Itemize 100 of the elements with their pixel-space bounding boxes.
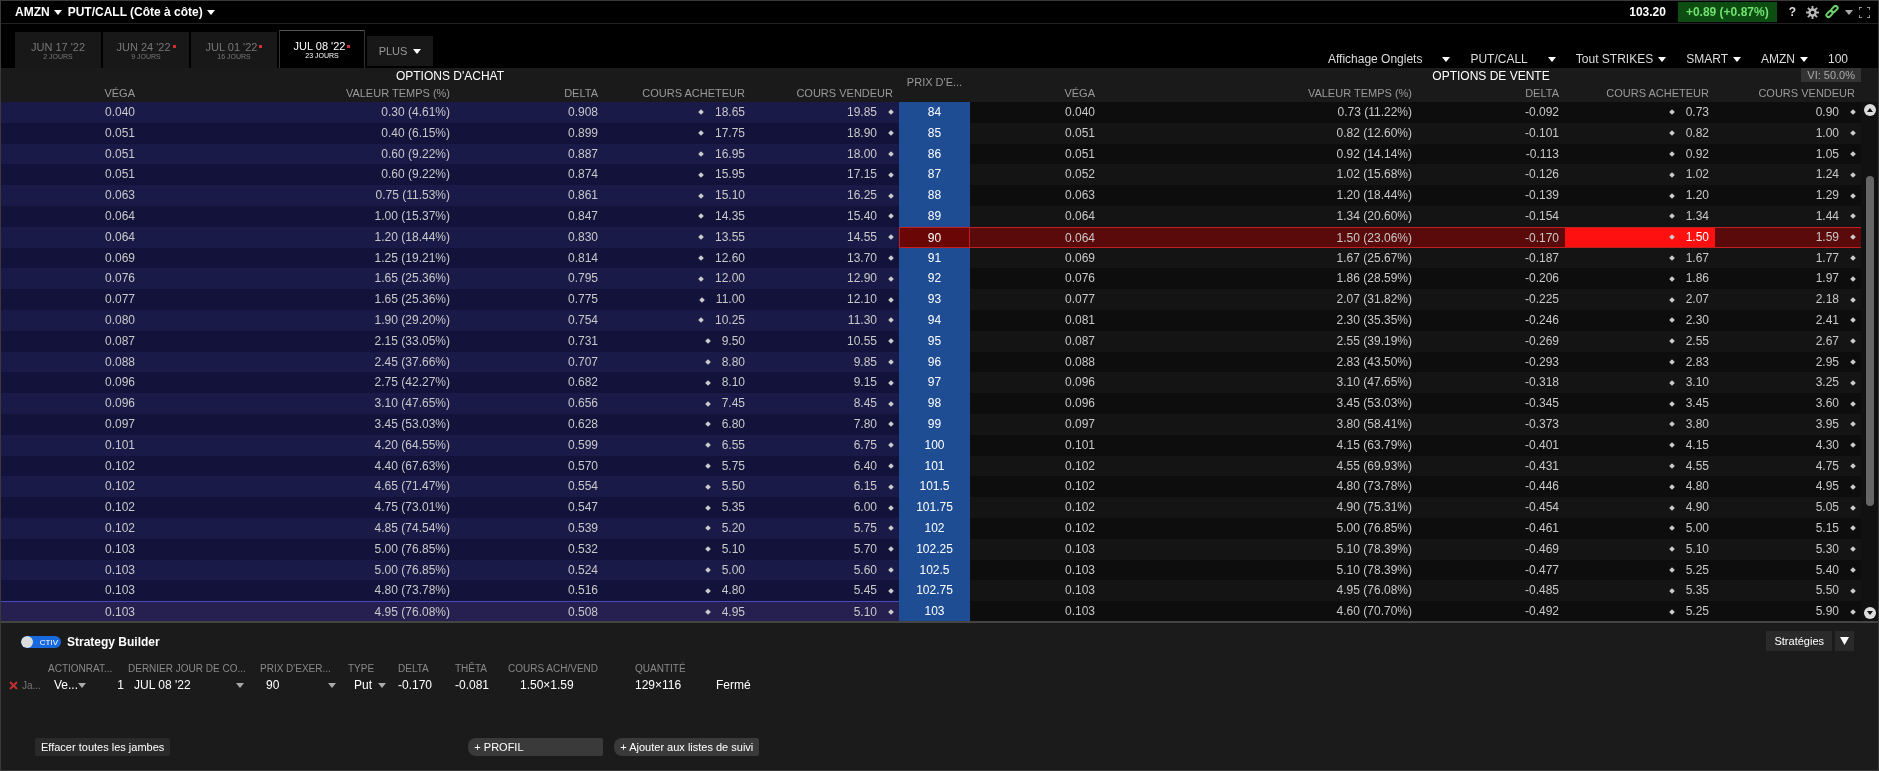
ask-cell[interactable]: 18.90	[751, 122, 899, 144]
bid-cell[interactable]: 7.45	[604, 393, 751, 414]
bid-cell[interactable]: 17.75	[604, 122, 751, 144]
toolbar-dropdown[interactable]: PUT/CALL	[1470, 52, 1556, 66]
bid-cell[interactable]: 12.00	[604, 268, 751, 290]
bid-cell[interactable]: 5.25	[1565, 601, 1715, 621]
expiry-dropdown[interactable]: JUL 08 '22	[128, 677, 252, 693]
bid-cell[interactable]: 4.80	[604, 580, 751, 602]
ask-cell[interactable]: 1.44	[1715, 206, 1861, 227]
ask-cell[interactable]: 1.59	[1715, 226, 1861, 248]
bid-cell[interactable]: 1.86	[1565, 268, 1715, 290]
bid-cell[interactable]: 2.55	[1565, 330, 1715, 352]
ask-cell[interactable]: 5.45	[751, 580, 899, 602]
ask-cell[interactable]: 6.75	[751, 434, 899, 456]
bid-cell[interactable]: 10.25	[604, 309, 751, 331]
ask-cell[interactable]: 2.95	[1715, 351, 1861, 373]
bid-cell[interactable]: 2.30	[1565, 309, 1715, 331]
strike-dropdown[interactable]: 90	[260, 677, 344, 693]
ask-cell[interactable]: 1.97	[1715, 268, 1861, 290]
bid-cell[interactable]: 6.55	[604, 434, 751, 456]
ask-cell[interactable]: 12.90	[751, 268, 899, 290]
toggle-switch[interactable]: CTIV	[21, 636, 61, 648]
ask-cell[interactable]: 18.00	[751, 143, 899, 165]
ask-cell[interactable]: 15.40	[751, 206, 899, 227]
symbol-dropdown[interactable]: AMZN	[15, 5, 62, 19]
toolbar-dropdown[interactable]: Tout STRIKES	[1575, 52, 1667, 66]
bid-cell[interactable]: 2.83	[1565, 351, 1715, 373]
expand-icon[interactable]	[1859, 6, 1870, 18]
bid-cell[interactable]: 4.95	[604, 601, 751, 621]
scroll-thumb[interactable]	[1865, 176, 1874, 506]
ask-cell[interactable]: 4.30	[1715, 434, 1861, 456]
more-tab[interactable]: PLUS	[367, 36, 433, 66]
ask-cell[interactable]: 6.15	[751, 476, 899, 498]
quantity-field[interactable]: 100	[1827, 52, 1848, 66]
bid-cell[interactable]: 3.10	[1565, 372, 1715, 394]
ask-cell[interactable]: 9.85	[751, 351, 899, 373]
bid-cell[interactable]: 1.20	[1565, 185, 1715, 206]
ask-cell[interactable]: 5.30	[1715, 538, 1861, 560]
link-icon[interactable]	[1825, 5, 1839, 19]
close-icon[interactable]	[9, 680, 18, 690]
add-watchlist-button[interactable]: + Ajouter aux listes de suivi	[614, 738, 760, 756]
help-button[interactable]: ?	[1788, 5, 1796, 19]
bid-cell[interactable]: 8.80	[604, 351, 751, 373]
toolbar-dropdown[interactable]: SMART	[1686, 52, 1741, 66]
profile-button[interactable]: + PROFIL	[468, 738, 604, 756]
ask-cell[interactable]: 8.45	[751, 393, 899, 414]
ask-cell[interactable]: 7.80	[751, 413, 899, 435]
ask-cell[interactable]: 5.10	[751, 601, 899, 621]
ask-cell[interactable]: 5.90	[1715, 601, 1861, 621]
ask-cell[interactable]: 17.15	[751, 164, 899, 186]
bid-cell[interactable]: 5.35	[1565, 580, 1715, 602]
bid-cell[interactable]: 5.10	[604, 538, 751, 560]
ask-cell[interactable]: 4.95	[1715, 476, 1861, 498]
ask-cell[interactable]: 10.55	[751, 330, 899, 352]
ask-cell[interactable]: 5.50	[1715, 580, 1861, 602]
ask-cell[interactable]: 4.75	[1715, 455, 1861, 477]
bid-cell[interactable]: 1.50	[1565, 226, 1715, 248]
bid-cell[interactable]: 5.75	[604, 455, 751, 477]
type-dropdown[interactable]: Put	[348, 677, 394, 693]
bid-cell[interactable]: 9.50	[604, 330, 751, 352]
ask-cell[interactable]: 6.40	[751, 455, 899, 477]
scrollbar[interactable]	[1861, 102, 1878, 621]
ask-cell[interactable]: 5.05	[1715, 497, 1861, 518]
settings-icon[interactable]	[1806, 5, 1819, 19]
bid-cell[interactable]: 5.10	[1565, 538, 1715, 560]
clear-legs-button[interactable]: Effacer toutes les jambes	[35, 738, 171, 756]
bid-cell[interactable]: 12.60	[604, 247, 751, 269]
bid-cell[interactable]: 1.67	[1565, 247, 1715, 269]
scroll-down-icon[interactable]	[1863, 607, 1876, 619]
bid-cell[interactable]: 4.15	[1565, 434, 1715, 456]
bid-cell[interactable]: 13.55	[604, 226, 751, 248]
bid-cell[interactable]: 0.73	[1565, 102, 1715, 123]
bid-cell[interactable]: 5.00	[1565, 517, 1715, 539]
bid-cell[interactable]: 5.50	[604, 476, 751, 498]
bid-cell[interactable]: 6.80	[604, 413, 751, 435]
bid-cell[interactable]: 8.10	[604, 372, 751, 394]
bid-cell[interactable]: 4.80	[1565, 476, 1715, 498]
ask-cell[interactable]: 2.67	[1715, 330, 1861, 352]
bid-cell[interactable]: 0.82	[1565, 122, 1715, 144]
ask-cell[interactable]: 12.10	[751, 289, 899, 310]
bid-cell[interactable]: 5.25	[1565, 559, 1715, 581]
bid-cell[interactable]: 1.02	[1565, 164, 1715, 186]
ask-cell[interactable]: 13.70	[751, 247, 899, 269]
ask-cell[interactable]: 1.77	[1715, 247, 1861, 269]
scroll-up-icon[interactable]	[1863, 104, 1876, 116]
bid-cell[interactable]: 5.00	[604, 559, 751, 581]
ask-cell[interactable]: 0.90	[1715, 102, 1861, 123]
bid-cell[interactable]: 4.55	[1565, 455, 1715, 477]
ask-cell[interactable]: 16.25	[751, 185, 899, 206]
ask-cell[interactable]: 5.70	[751, 538, 899, 560]
bid-cell[interactable]: 16.95	[604, 143, 751, 165]
dropdown-button[interactable]	[1835, 631, 1854, 651]
toolbar-dropdown[interactable]: Affichage Onglets	[1327, 52, 1451, 66]
bid-cell[interactable]: 15.10	[604, 185, 751, 206]
toolbar-dropdown[interactable]: AMZN	[1760, 52, 1808, 66]
ask-cell[interactable]: 5.15	[1715, 517, 1861, 539]
ask-cell[interactable]: 11.30	[751, 309, 899, 331]
bid-cell[interactable]: 1.34	[1565, 206, 1715, 227]
ask-cell[interactable]: 1.00	[1715, 122, 1861, 144]
ask-cell[interactable]: 2.41	[1715, 309, 1861, 331]
